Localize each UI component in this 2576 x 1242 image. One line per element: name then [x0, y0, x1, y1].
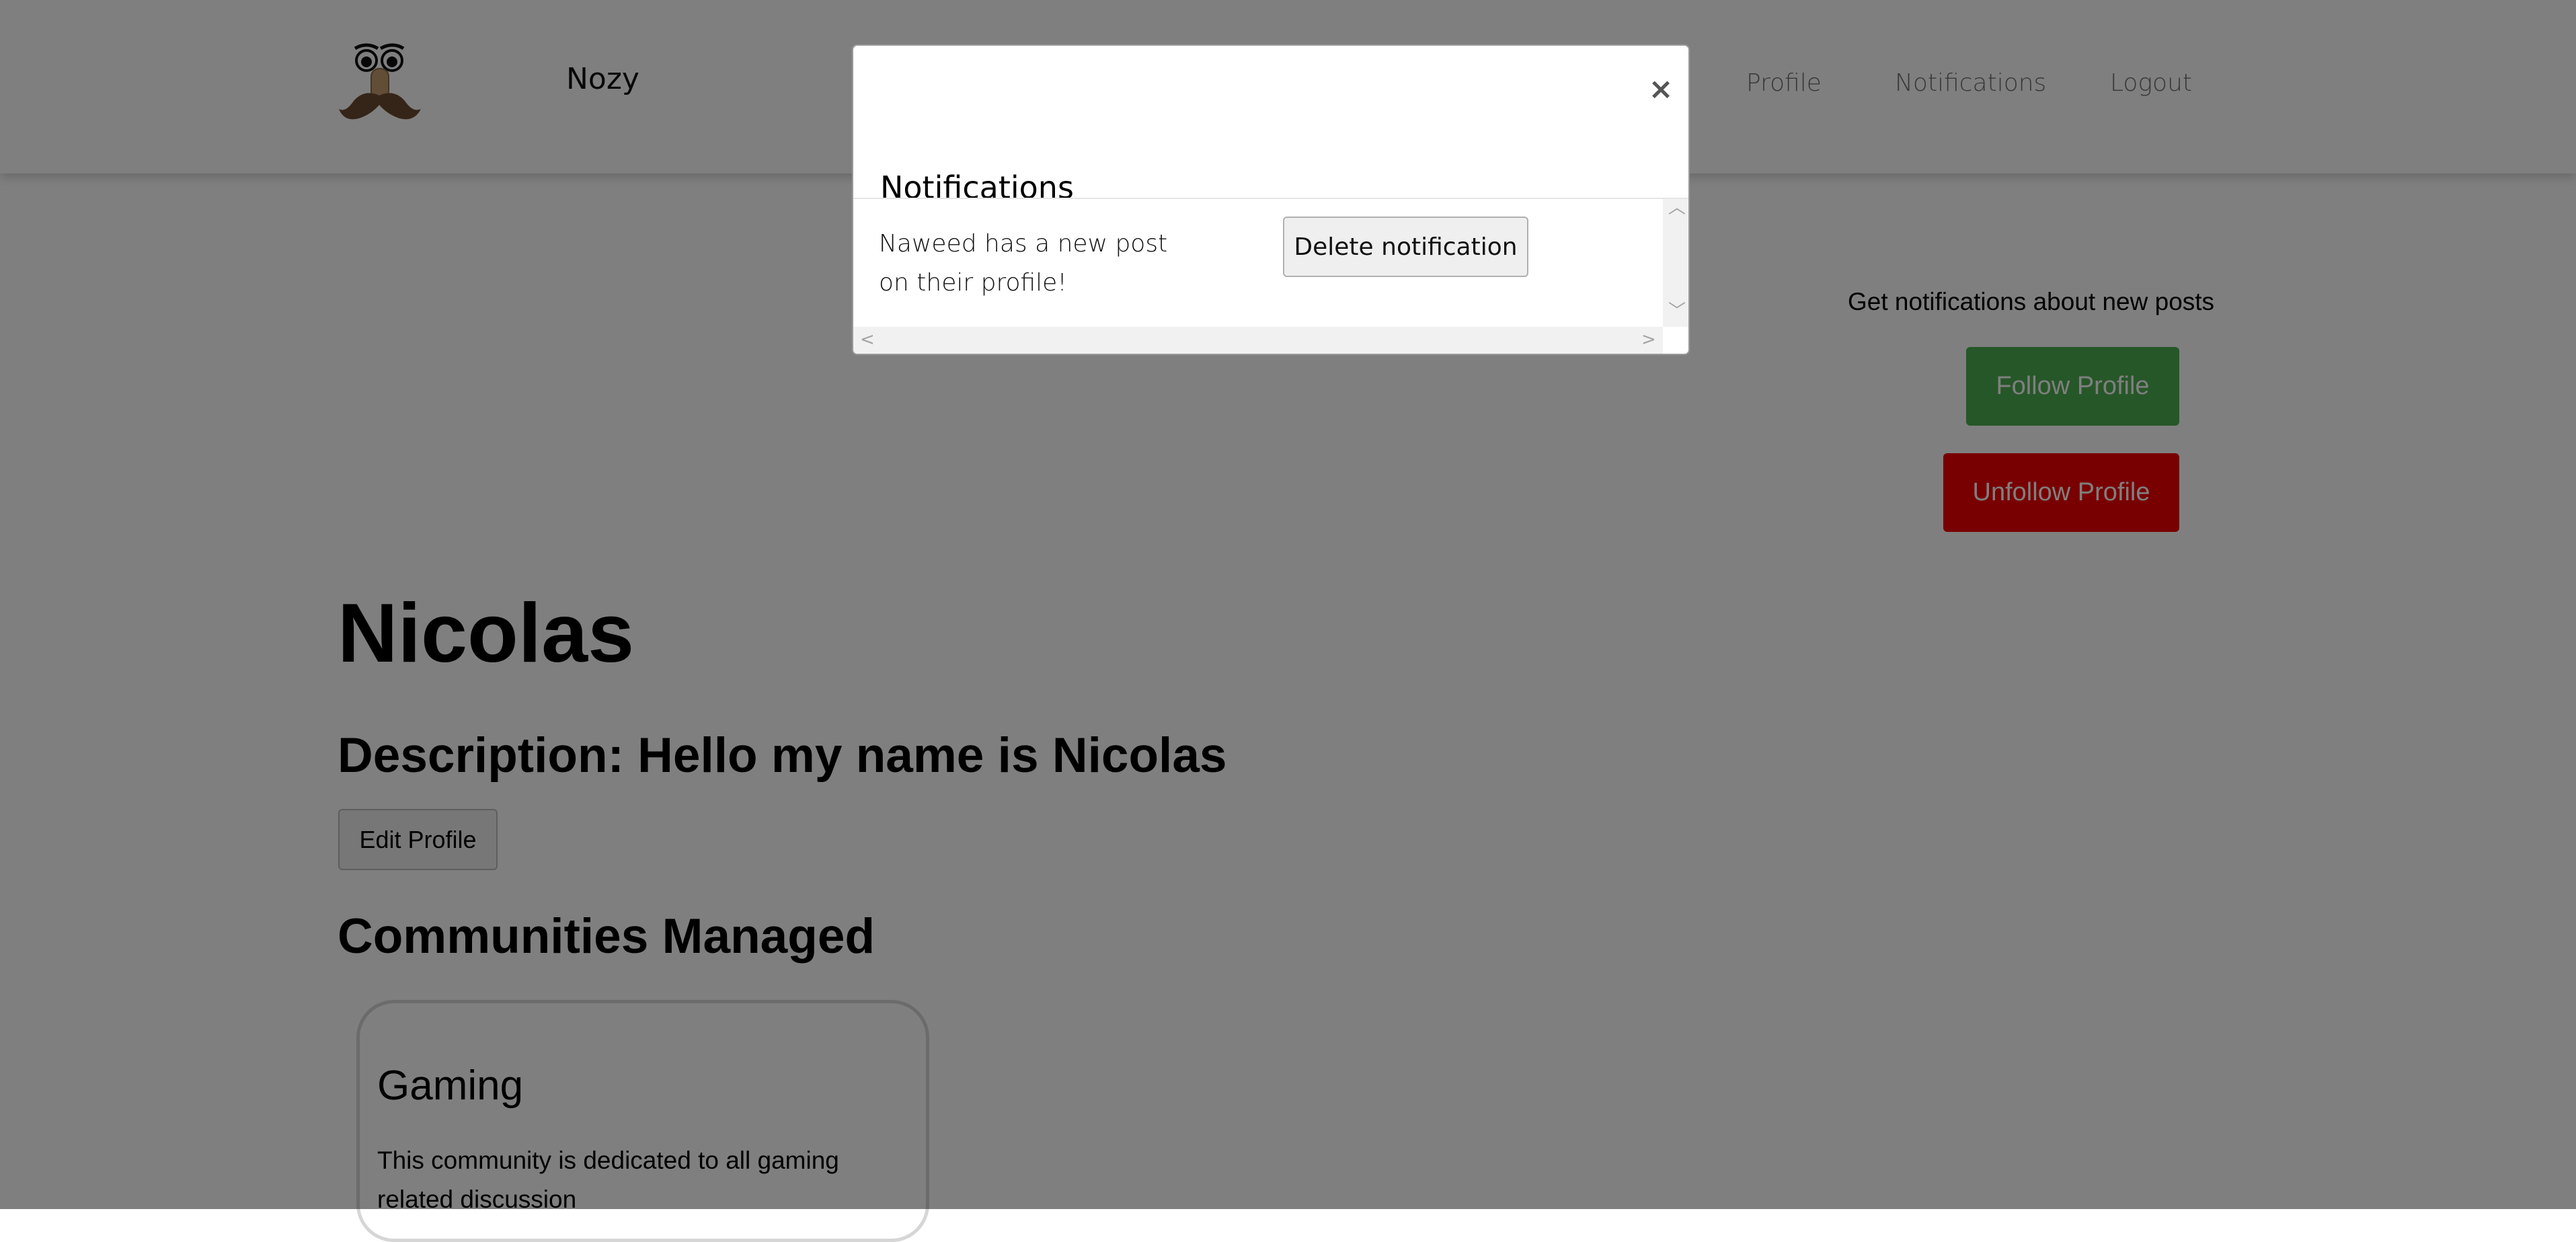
scroll-left-icon[interactable]: <: [860, 331, 875, 348]
scroll-up-icon[interactable]: ︿: [1668, 199, 1686, 217]
horizontal-scrollbar[interactable]: < >: [853, 327, 1663, 354]
scroll-right-icon[interactable]: >: [1641, 331, 1656, 348]
notifications-modal: × Notifications Naweed has a new post on…: [852, 44, 1690, 355]
vertical-scrollbar[interactable]: ︿ ﹀: [1663, 199, 1688, 327]
notification-text: Naweed has a new post on their profile!: [879, 230, 1168, 297]
scroll-down-icon[interactable]: ﹀: [1668, 303, 1686, 320]
delete-notification-button[interactable]: Delete notification: [1283, 217, 1528, 277]
close-icon[interactable]: ×: [1644, 73, 1678, 106]
